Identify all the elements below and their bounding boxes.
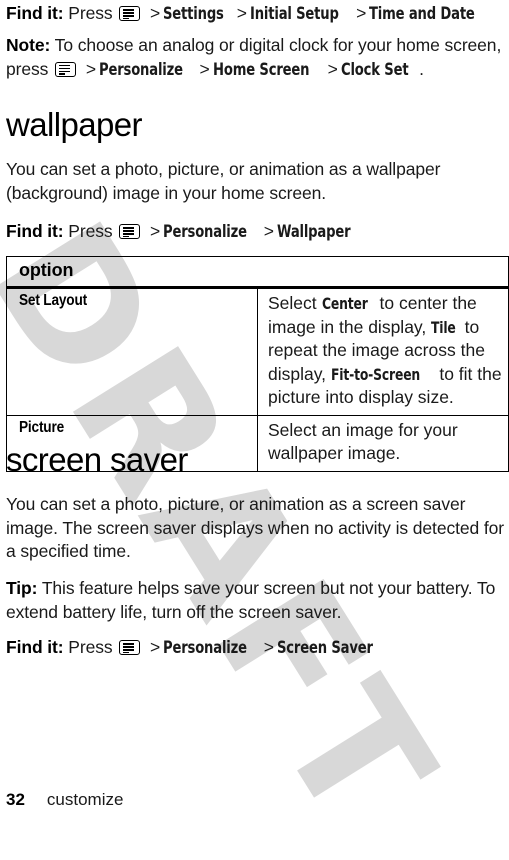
note-text-after: . <box>419 58 424 79</box>
screensaver-paragraph-block: You can set a photo, picture, or animati… <box>6 493 509 564</box>
menu-item-tile: Tile <box>431 317 456 337</box>
page-title-screen-saver: screen saver <box>6 441 188 478</box>
note-clock-paragraph: Note: To choose an analog or digital clo… <box>6 34 509 82</box>
menu-item-personalize: Personalize <box>163 222 248 242</box>
press-word: Press <box>68 637 113 657</box>
menu-item-wallpaper: Wallpaper <box>276 222 351 242</box>
menu-item-settings: Settings <box>163 4 224 24</box>
path-separator: > <box>150 221 161 241</box>
findit-label: Find it: <box>6 637 64 657</box>
table-header-row: option <box>6 256 509 289</box>
menu-item-personalize: Personalize <box>98 59 183 80</box>
findit-screen-saver-line: Find it: Press > Personalize > Screen Saver <box>6 636 509 661</box>
menu-item-home-screen: Home Screen <box>212 59 310 80</box>
tip-paragraph: Tip: This feature helps save your screen… <box>6 577 509 624</box>
path-separator: > <box>236 3 247 23</box>
note-clock-block: Note: To choose an analog or digital clo… <box>6 34 509 82</box>
wallpaper-options-table-wrapper: option Set Layout Select Center to cente… <box>6 256 509 472</box>
menu-item-personalize: Personalize <box>163 638 248 658</box>
path-separator: > <box>327 58 338 79</box>
findit-wallpaper: Find it: Press > Personalize > Wallpaper <box>6 220 509 245</box>
findit-time-and-date: Find it: Press > Settings > Initial Setup > T… <box>6 2 509 27</box>
wallpaper-paragraph-block: You can set a photo, picture, or animati… <box>6 158 509 205</box>
tip-label: Tip: <box>6 578 38 598</box>
page-title-wallpaper: wallpaper <box>6 106 142 143</box>
findit-label: Find it: <box>6 3 64 23</box>
press-word: Press <box>68 3 113 23</box>
set-layout-label: Set Layout <box>19 292 87 309</box>
menu-item-time-and-date: Time and Date <box>369 4 475 24</box>
table-row: Set Layout Select Center to center the i… <box>6 287 509 416</box>
tip-text: This feature helps save your screen but … <box>6 578 496 622</box>
table-column-header-option: option <box>6 256 509 289</box>
table-cell-value-set-layout: Select Center to center the image in the… <box>257 287 509 416</box>
menu-item-screen-saver: Screen Saver <box>276 638 373 658</box>
menu-key-icon <box>55 61 77 77</box>
findit-wallpaper-line: Find it: Press > Personalize > Wallpaper <box>6 220 509 245</box>
path-separator: > <box>85 58 96 79</box>
press-word: Press <box>68 221 113 241</box>
path-separator: > <box>199 58 210 79</box>
wallpaper-paragraph: You can set a photo, picture, or animati… <box>6 159 441 203</box>
table-cell-key-set-layout: Set Layout <box>6 287 258 416</box>
path-separator: > <box>263 637 274 657</box>
screensaver-heading-block: screen saver <box>6 442 509 478</box>
findit-time-and-date-line: Find it: Press > Settings > Initial Setup > T… <box>6 2 509 27</box>
menu-item-initial-setup: Initial Setup <box>249 4 339 24</box>
manual-page: Find it: Press > Settings > Initial Setup > T… <box>0 0 509 818</box>
menu-item-clock-set: Clock Set <box>340 59 409 80</box>
path-separator: > <box>263 221 274 241</box>
path-separator: > <box>150 637 161 657</box>
menu-item-fit-to-screen: Fit-to-Screen <box>330 364 420 384</box>
menu-key-icon <box>119 224 141 239</box>
wallpaper-heading-block: wallpaper <box>6 107 509 143</box>
wallpaper-options-table: option Set Layout Select Center to cente… <box>6 256 509 472</box>
findit-screen-saver: Find it: Press > Personalize > Screen Saver <box>6 636 509 661</box>
tip-block: Tip: This feature helps save your screen… <box>6 577 509 624</box>
findit-label: Find it: <box>6 221 64 241</box>
menu-key-icon <box>119 6 141 21</box>
path-separator: > <box>150 3 161 23</box>
menu-item-center: Center <box>321 294 368 313</box>
picture-label: Picture <box>19 418 65 436</box>
screensaver-paragraph: You can set a photo, picture, or animati… <box>6 494 505 561</box>
path-separator: > <box>356 3 367 23</box>
page-number: 32 <box>6 790 25 809</box>
menu-key-icon <box>119 640 141 655</box>
page-footer: 32 customize <box>6 790 509 810</box>
value-text: Select <box>268 293 322 313</box>
chapter-name: customize <box>46 790 124 809</box>
note-label: Note: <box>6 35 51 55</box>
